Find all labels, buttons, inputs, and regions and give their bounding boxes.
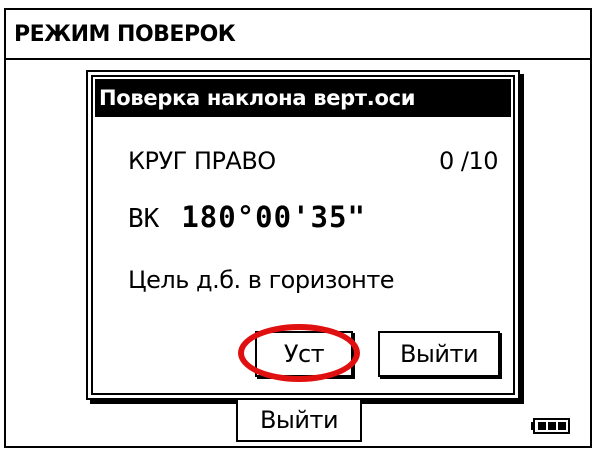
page-title: РЕЖИМ ПОВЕРОК [4,8,592,60]
face-row: КРУГ ПРАВО 0 /10 [128,147,499,175]
check-dialog: Поверка наклона верт.оси КРУГ ПРАВО 0 /1… [86,70,520,400]
vertical-angle-label: ВК [128,204,160,234]
dialog-title: Поверка наклона верт.оси [95,79,511,117]
measurement-counter: 0 /10 [438,147,499,175]
main-exit-button[interactable]: Выйти [236,398,362,442]
vertical-angle-value: 180°00'35" [181,200,366,234]
battery-full-icon [531,418,570,434]
vertical-angle-row: ВК 180°00'35" [128,200,366,234]
instrument-screen: РЕЖИМ ПОВЕРОК Поверка наклона верт.оси К… [0,0,596,450]
dialog-exit-button[interactable]: Выйти [378,331,500,377]
instruction-text: Цель д.б. в горизонте [128,266,395,294]
face-label: КРУГ ПРАВО [128,147,276,175]
set-button[interactable]: Уст [255,331,353,377]
